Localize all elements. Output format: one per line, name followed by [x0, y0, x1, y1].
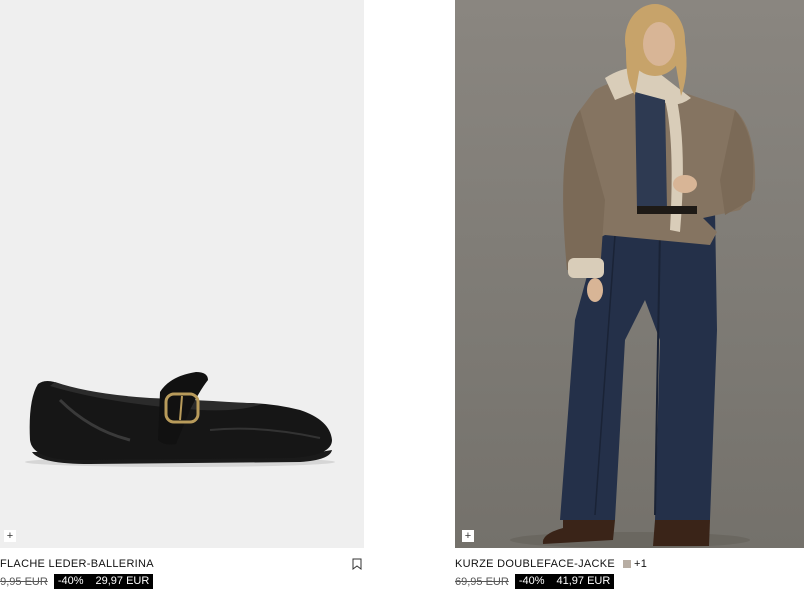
discount-badge: -40%: [514, 574, 549, 589]
product-title[interactable]: KURZE DOUBLEFACE-JACKE: [455, 558, 615, 570]
add-to-cart-button[interactable]: +: [4, 530, 16, 542]
sale-price: 41,97 EUR: [548, 574, 615, 589]
discount-badge: -40%: [53, 574, 88, 589]
price-row: 69,95 EUR -40% 41,97 EUR: [455, 574, 615, 589]
bookmark-icon[interactable]: [352, 558, 362, 570]
more-colors-count[interactable]: +1: [634, 558, 647, 570]
product-title-row: FLACHE LEDER-BALLERINA: [0, 557, 364, 571]
ballerina-shoe-image: [25, 372, 335, 467]
price-row: 49,95 EUR -40% 29,97 EUR: [0, 574, 154, 589]
sale-price: 29,97 EUR: [87, 574, 154, 589]
product-title-row: KURZE DOUBLEFACE-JACKE +1: [455, 557, 804, 571]
add-to-cart-button[interactable]: +: [462, 530, 474, 542]
product-image-jacket[interactable]: +: [455, 0, 804, 548]
product-title[interactable]: FLACHE LEDER-BALLERINA: [0, 558, 154, 570]
model-jacket-image: [510, 4, 756, 548]
product-image-ballerina[interactable]: +: [0, 0, 364, 548]
color-swatch[interactable]: [623, 560, 632, 568]
old-price: 69,95 EUR: [455, 575, 509, 588]
old-price: 49,95 EUR: [0, 575, 48, 588]
